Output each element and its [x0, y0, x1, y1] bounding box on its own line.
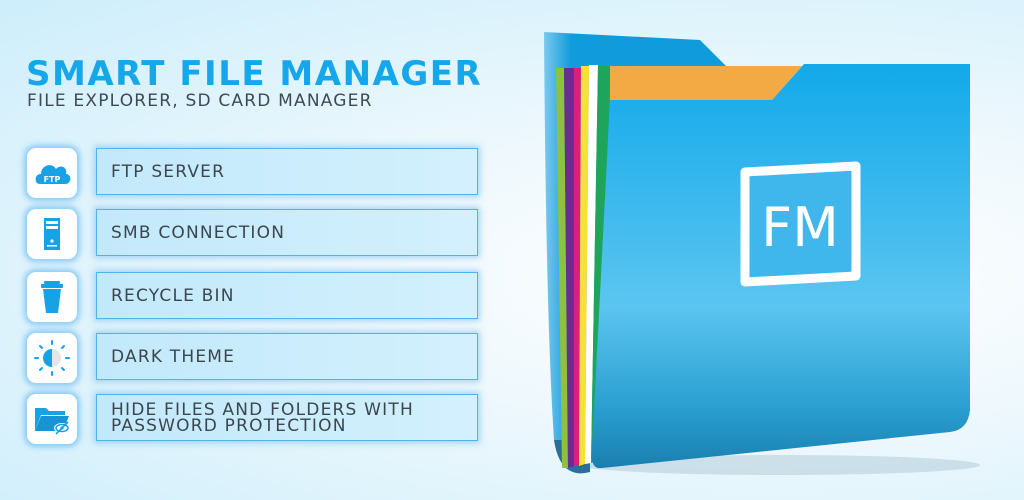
- feature-label-box: HIDE FILES AND FOLDERS WITH PASSWORD PRO…: [96, 394, 478, 441]
- feature-icon-tile: [27, 394, 77, 444]
- feature-item-ftp-server: FTP FTP SERVER: [0, 146, 500, 200]
- folder-illustration: FM: [530, 20, 990, 480]
- feature-icon-tile: [27, 209, 77, 259]
- feature-item-smb-connection: SMB CONNECTION: [0, 207, 500, 261]
- fm-logo-text: FM: [761, 196, 839, 259]
- feature-label: SMB CONNECTION: [111, 222, 286, 243]
- feature-label-box: SMB CONNECTION: [96, 209, 478, 256]
- folder-tab-orange: [610, 66, 802, 100]
- hidden-folder-icon: [35, 408, 70, 435]
- app-title: SMART FILE MANAGER: [26, 54, 483, 94]
- feature-label: RECYCLE BIN: [111, 285, 235, 306]
- feature-label-box: RECYCLE BIN: [96, 272, 478, 319]
- feature-icon-tile: [27, 333, 77, 383]
- feature-item-hide-files: HIDE FILES AND FOLDERS WITH PASSWORD PRO…: [0, 392, 500, 446]
- feature-label: HIDE FILES AND FOLDERS WITH PASSWORD PRO…: [111, 399, 414, 436]
- trash-bin-icon: [41, 281, 63, 313]
- half-sun-theme-icon: [34, 340, 70, 376]
- feature-icon-tile: FTP: [27, 148, 77, 198]
- folder-graphic: FM: [544, 32, 980, 475]
- feature-label: FTP SERVER: [111, 161, 226, 182]
- app-subtitle: FILE EXPLORER, SD CARD MANAGER: [27, 91, 373, 111]
- feature-label-box: FTP SERVER: [96, 148, 478, 195]
- feature-label: DARK THEME: [111, 346, 236, 367]
- cloud-ftp-icon: FTP: [35, 165, 71, 184]
- ftp-icon-text: FTP: [44, 175, 61, 184]
- feature-item-dark-theme: DARK THEME: [0, 331, 500, 385]
- feature-item-recycle-bin: RECYCLE BIN: [0, 270, 500, 324]
- feature-icon-tile: [27, 272, 77, 322]
- server-icon: [44, 218, 60, 250]
- fm-logo: FM: [740, 161, 861, 287]
- feature-label-box: DARK THEME: [96, 333, 478, 380]
